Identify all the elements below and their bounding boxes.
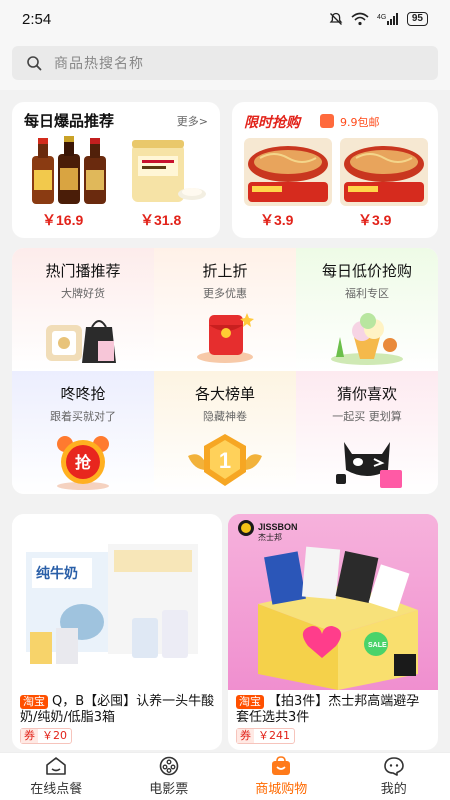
search-input[interactable]: 商品热搜名称 <box>12 46 438 80</box>
soy-sauce-bottles-image[interactable] <box>24 136 114 206</box>
grid-item-dongdong[interactable]: 咚咚抢 跟着买就对了 抢 <box>12 383 154 494</box>
grid-item-discount[interactable]: 折上折 更多优惠 <box>154 260 296 371</box>
search-icon <box>27 56 42 71</box>
ice-cream-icon <box>331 313 403 365</box>
svg-text:纯牛奶: 纯牛奶 <box>36 565 78 582</box>
svg-text:JISSBON: JISSBON <box>258 522 298 532</box>
product-card-milk[interactable]: 纯牛奶 淘宝 Q，B【必囤】认养一头牛酸奶/纯奶/低脂3箱 券 ￥20 <box>12 514 222 750</box>
coupon-value: ￥241 <box>258 729 290 742</box>
grid-item-sub: 跟着买就对了 <box>50 410 116 423</box>
noodle-cup-image-1[interactable] <box>244 138 332 206</box>
grid-item-title: 咚咚抢 <box>60 385 106 403</box>
product-title: 淘宝 Q，B【必囤】认养一头牛酸奶/纯奶/低脂3箱 <box>20 694 216 726</box>
grid-item-sub: 隐藏神卷 <box>203 410 247 423</box>
taobao-tag: 淘宝 <box>20 695 48 709</box>
tab-mine[interactable]: 我的 <box>338 753 450 800</box>
grid-item-daily-low[interactable]: 每日低价抢购 福利专区 <box>296 260 438 371</box>
status-icons: 4G 95 <box>329 12 428 26</box>
noodle-cup-image-2[interactable] <box>340 138 428 206</box>
coupon-badge: 券 ￥241 <box>236 728 295 744</box>
flash-sale-tag: 9.9包邮 <box>340 116 380 129</box>
grid-item-title: 猜你喜欢 <box>336 385 397 403</box>
tab-label: 电影票 <box>149 782 189 797</box>
svg-text:抢: 抢 <box>75 453 92 472</box>
tab-online-order[interactable]: 在线点餐 <box>0 753 113 800</box>
coupon-value: ￥20 <box>42 729 67 742</box>
tab-label: 商城购物 <box>255 782 308 797</box>
search-area: 商品热搜名称 <box>0 38 450 90</box>
flash-sale-card[interactable]: 限时抢购 9.9包邮 ￥3.9 ￥3.9 <box>232 102 438 238</box>
gift-bags-icon <box>46 320 116 363</box>
category-grid: 热门播推荐 大牌好货 折上折 更多优惠 每日低价抢购 福利专区 咚咚抢 跟着买就… <box>12 248 438 494</box>
red-envelope-icon <box>197 313 254 363</box>
home-icon <box>46 757 67 775</box>
grid-item-hot-live[interactable]: 热门播推荐 大牌好货 <box>12 260 154 371</box>
coupon-label: 券 <box>237 729 254 743</box>
grid-item-title: 折上折 <box>202 262 248 280</box>
grid-item-title: 各大榜单 <box>194 385 255 403</box>
daily-hot-title: 每日爆品推荐 <box>24 112 115 130</box>
grid-item-title: 每日低价抢购 <box>321 262 412 280</box>
coupon-badge: 券 ￥20 <box>20 728 72 744</box>
product-title-text: Q，B【必囤】认养一头牛酸奶/纯奶/低脂3箱 <box>20 694 215 725</box>
milk-box-image[interactable]: 纯牛奶 <box>12 514 222 690</box>
grid-item-title: 热门播推荐 <box>45 262 121 280</box>
grid-item-sub: 福利专区 <box>345 287 389 300</box>
status-time: 2:54 <box>22 10 52 28</box>
flash-sale-price-2: ￥3.9 <box>358 212 392 228</box>
tmall-cat-icon <box>336 442 402 488</box>
svg-text:杰士邦: 杰士邦 <box>258 532 282 542</box>
jissbon-box-image[interactable]: JISSBON 杰士邦 SALE <box>228 514 438 690</box>
status-bar: 2:54 4G 95 <box>0 0 450 38</box>
rank-badge-icon: 1 <box>188 434 262 486</box>
alarm-clock-icon: 抢 <box>57 436 109 490</box>
mute-bell-icon <box>329 12 343 25</box>
tab-label: 在线点餐 <box>30 782 83 797</box>
grid-item-sub: 大牌好货 <box>61 287 105 300</box>
tab-mall-shopping[interactable]: 商城购物 <box>225 753 338 800</box>
daily-hot-card[interactable]: 每日爆品推荐 更多> ￥16.9 ￥31.8 <box>12 102 220 238</box>
svg-text:1: 1 <box>219 448 231 473</box>
product-card-jissbon[interactable]: JISSBON 杰士邦 SALE 淘宝 【拍3件】杰士邦高端避孕套任选共3件 券 … <box>228 514 438 750</box>
tab-movie-ticket[interactable]: 电影票 <box>113 753 226 800</box>
more-link[interactable]: 更多> <box>177 113 208 129</box>
film-reel-icon <box>159 756 179 776</box>
coupon-label: 券 <box>21 729 38 743</box>
signal-4g-icon: 4G <box>377 13 398 25</box>
daily-hot-price-2: ￥31.8 <box>140 212 182 228</box>
svg-text:4G: 4G <box>377 14 386 21</box>
battery-level: 95 <box>406 12 428 26</box>
taobao-tag: 淘宝 <box>236 695 264 709</box>
flash-sale-title: 限时抢购 <box>244 115 300 131</box>
grid-item-sub: 一起买 更划算 <box>332 410 402 423</box>
wifi-icon <box>351 12 369 26</box>
shopping-bag-icon <box>272 756 291 775</box>
grid-item-rankings[interactable]: 各大榜单 隐藏神卷 1 <box>154 383 296 494</box>
svg-text:SALE: SALE <box>368 642 387 649</box>
free-shipping-icon <box>320 114 334 128</box>
tab-label: 我的 <box>380 782 407 797</box>
chat-face-icon <box>383 757 404 776</box>
daily-hot-price-1: ￥16.9 <box>42 212 84 228</box>
flash-sale-price-1: ￥3.9 <box>260 212 294 228</box>
grid-item-guess-like[interactable]: 猜你喜欢 一起买 更划算 <box>296 383 438 494</box>
bottom-tab-bar: 在线点餐 电影票 商城购物 我的 <box>0 752 450 800</box>
search-placeholder: 商品热搜名称 <box>54 56 144 72</box>
grid-item-sub: 更多优惠 <box>203 287 247 300</box>
milk-powder-can-image[interactable] <box>122 138 210 206</box>
product-title: 淘宝 【拍3件】杰士邦高端避孕套任选共3件 <box>236 694 432 726</box>
